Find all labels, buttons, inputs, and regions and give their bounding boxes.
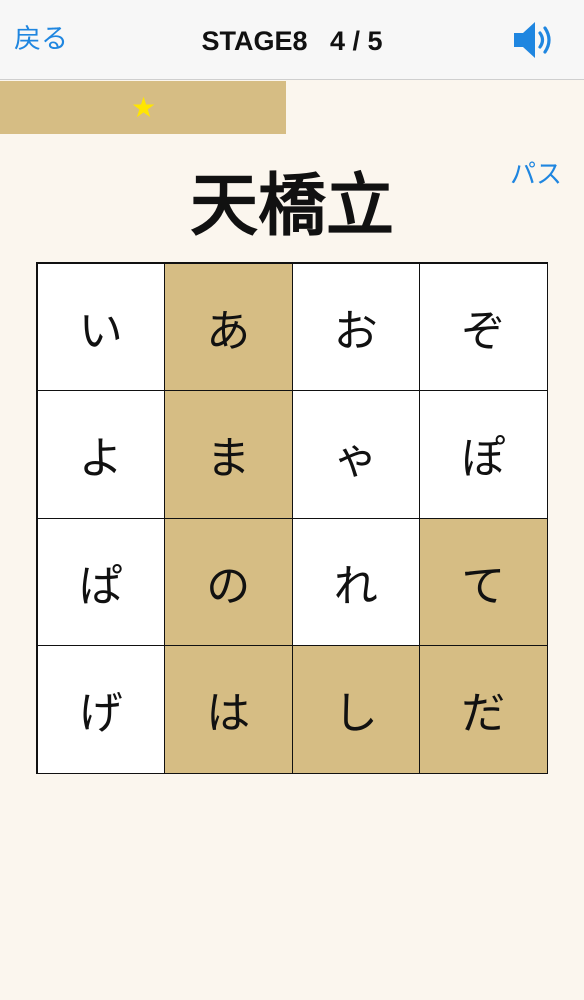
star-icon: ★: [131, 91, 157, 124]
grid-cell[interactable]: い: [36, 262, 165, 391]
navigation-bar: 戻る STAGE8 4 / 5: [0, 0, 584, 80]
grid-cell[interactable]: ぽ: [419, 390, 548, 519]
sound-button[interactable]: [510, 18, 558, 62]
grid-cell[interactable]: ま: [164, 390, 293, 519]
grid-cell[interactable]: ぞ: [419, 262, 548, 391]
kana-grid: い あ お ぞ よ ま ゃ ぽ ぱ の れ て げ は し だ: [36, 262, 548, 774]
speaker-volume-icon: [514, 22, 551, 58]
grid-cell[interactable]: し: [291, 645, 420, 774]
grid-cell[interactable]: ぱ: [36, 517, 165, 646]
grid-cell[interactable]: れ: [291, 517, 420, 646]
grid-cell[interactable]: だ: [419, 645, 548, 774]
question-word: 天橋立: [189, 167, 394, 246]
grid-cell[interactable]: げ: [36, 645, 165, 774]
grid-cell[interactable]: あ: [164, 262, 293, 391]
grid-cell[interactable]: て: [419, 517, 548, 646]
grid-cell[interactable]: お: [291, 262, 420, 391]
grid-cell[interactable]: よ: [36, 390, 165, 519]
grid-cell[interactable]: は: [164, 645, 293, 774]
grid-cell[interactable]: の: [164, 517, 293, 646]
stage-title: STAGE8 4 / 5: [201, 26, 383, 56]
grid-cell[interactable]: ゃ: [291, 390, 420, 519]
